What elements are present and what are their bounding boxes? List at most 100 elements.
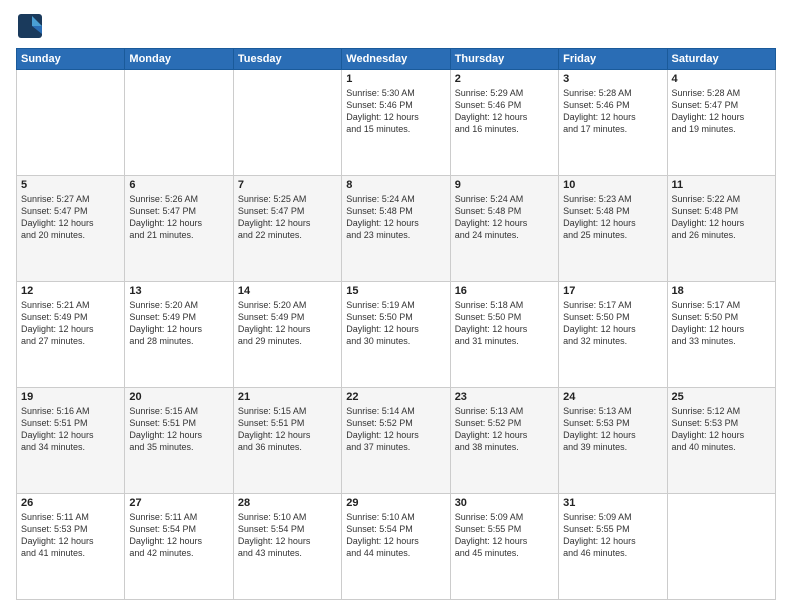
- day-number: 21: [238, 391, 337, 403]
- day-number: 26: [21, 497, 120, 509]
- day-cell: 9Sunrise: 5:24 AM Sunset: 5:48 PM Daylig…: [450, 176, 558, 282]
- day-info: Sunrise: 5:19 AM Sunset: 5:50 PM Dayligh…: [346, 299, 445, 348]
- logo-icon: [16, 12, 44, 40]
- day-cell: 5Sunrise: 5:27 AM Sunset: 5:47 PM Daylig…: [17, 176, 125, 282]
- day-number: 6: [129, 179, 228, 191]
- day-cell: 23 Sunrise: 5:13 AM Sunset: 5:52 PM Dayli…: [450, 388, 558, 494]
- day-info: Sunrise: 5:29 AM Sunset: 5:46 PM Dayligh…: [455, 87, 554, 136]
- day-cell: 30 Sunrise: 5:09 AM Sunset: 5:55 PM Dayli…: [450, 494, 558, 600]
- day-number: 28: [238, 497, 337, 509]
- day-info: Sunrise: 5:10 AM Sunset: 5:54 PM Dayligh…: [238, 511, 337, 560]
- day-cell: 12 Sunrise: 5:21 AM Sunset: 5:49 PM Dayli…: [17, 282, 125, 388]
- day-cell: 8 Sunrise: 5:24 AM Sunset: 5:48 PM Daylig…: [342, 176, 450, 282]
- day-info: Sunrise: 5:17 AM Sunset: 5:50 PM Dayligh…: [672, 299, 771, 348]
- weekday-header-friday: Friday: [559, 49, 667, 70]
- day-cell: 3 Sunrise: 5:28 AM Sunset: 5:46 PM Daylig…: [559, 70, 667, 176]
- day-number: 10: [563, 179, 662, 191]
- day-info: Sunrise: 5:30 AM Sunset: 5:46 PM Dayligh…: [346, 87, 445, 136]
- day-number: 9: [455, 179, 554, 191]
- day-info: Sunrise: 5:15 AM Sunset: 5:51 PM Dayligh…: [129, 405, 228, 454]
- day-cell: 26 Sunrise: 5:11 AM Sunset: 5:53 PM Dayli…: [17, 494, 125, 600]
- day-cell: 14Sunrise: 5:20 AM Sunset: 5:49 PM Dayli…: [233, 282, 341, 388]
- day-number: 8: [346, 179, 445, 191]
- day-number: 29: [346, 497, 445, 509]
- day-info: Sunrise: 5:09 AM Sunset: 5:55 PM Dayligh…: [563, 511, 662, 560]
- day-info: Sunrise: 5:16 AM Sunset: 5:51 PM Dayligh…: [21, 405, 120, 454]
- day-cell: 16 Sunrise: 5:18 AM Sunset: 5:50 PM Dayli…: [450, 282, 558, 388]
- day-info: Sunrise: 5:28 AM Sunset: 5:47 PM Dayligh…: [672, 87, 771, 136]
- day-number: 16: [455, 285, 554, 297]
- weekday-header-tuesday: Tuesday: [233, 49, 341, 70]
- day-info: Sunrise: 5:12 AM Sunset: 5:53 PM Dayligh…: [672, 405, 771, 454]
- day-cell: 25 Sunrise: 5:12 AM Sunset: 5:53 PM Dayli…: [667, 388, 775, 494]
- day-number: 24: [563, 391, 662, 403]
- week-row-4: 19 Sunrise: 5:16 AM Sunset: 5:51 PM Dayli…: [17, 388, 776, 494]
- day-number: 15: [346, 285, 445, 297]
- day-number: 12: [21, 285, 120, 297]
- day-cell: [233, 70, 341, 176]
- day-info: Sunrise: 5:22 AM Sunset: 5:48 PM Dayligh…: [672, 193, 771, 242]
- day-number: 23: [455, 391, 554, 403]
- day-number: 11: [672, 179, 771, 191]
- day-info: Sunrise: 5:21 AM Sunset: 5:49 PM Dayligh…: [21, 299, 120, 348]
- header: [16, 12, 776, 40]
- day-number: 14: [238, 285, 337, 297]
- day-number: 20: [129, 391, 228, 403]
- day-number: 30: [455, 497, 554, 509]
- day-cell: 27 Sunrise: 5:11 AM Sunset: 5:54 PM Dayli…: [125, 494, 233, 600]
- day-cell: 6 Sunrise: 5:26 AM Sunset: 5:47 PM Daylig…: [125, 176, 233, 282]
- day-info: Sunrise: 5:09 AM Sunset: 5:55 PM Dayligh…: [455, 511, 554, 560]
- day-number: 1: [346, 73, 445, 85]
- day-number: 17: [563, 285, 662, 297]
- day-number: 25: [672, 391, 771, 403]
- day-number: 18: [672, 285, 771, 297]
- day-info: Sunrise: 5:24 AM Sunset: 5:48 PM Dayligh…: [346, 193, 445, 242]
- day-cell: 24 Sunrise: 5:13 AM Sunset: 5:53 PM Dayli…: [559, 388, 667, 494]
- day-cell: 22 Sunrise: 5:14 AM Sunset: 5:52 PM Dayli…: [342, 388, 450, 494]
- week-row-3: 12 Sunrise: 5:21 AM Sunset: 5:49 PM Dayli…: [17, 282, 776, 388]
- day-number: 31: [563, 497, 662, 509]
- day-info: Sunrise: 5:28 AM Sunset: 5:46 PM Dayligh…: [563, 87, 662, 136]
- weekday-header-row: SundayMondayTuesdayWednesdayThursdayFrid…: [17, 49, 776, 70]
- day-cell: 2Sunrise: 5:29 AM Sunset: 5:46 PM Daylig…: [450, 70, 558, 176]
- day-info: Sunrise: 5:11 AM Sunset: 5:53 PM Dayligh…: [21, 511, 120, 560]
- day-cell: [667, 494, 775, 600]
- day-info: Sunrise: 5:25 AM Sunset: 5:47 PM Dayligh…: [238, 193, 337, 242]
- week-row-2: 5Sunrise: 5:27 AM Sunset: 5:47 PM Daylig…: [17, 176, 776, 282]
- day-number: 4: [672, 73, 771, 85]
- weekday-header-sunday: Sunday: [17, 49, 125, 70]
- day-cell: 15 Sunrise: 5:19 AM Sunset: 5:50 PM Dayli…: [342, 282, 450, 388]
- day-cell: 29 Sunrise: 5:10 AM Sunset: 5:54 PM Dayli…: [342, 494, 450, 600]
- day-info: Sunrise: 5:26 AM Sunset: 5:47 PM Dayligh…: [129, 193, 228, 242]
- day-info: Sunrise: 5:13 AM Sunset: 5:53 PM Dayligh…: [563, 405, 662, 454]
- day-number: 19: [21, 391, 120, 403]
- day-info: Sunrise: 5:23 AM Sunset: 5:48 PM Dayligh…: [563, 193, 662, 242]
- day-number: 5: [21, 179, 120, 191]
- weekday-header-thursday: Thursday: [450, 49, 558, 70]
- day-cell: 28 Sunrise: 5:10 AM Sunset: 5:54 PM Dayli…: [233, 494, 341, 600]
- day-cell: [17, 70, 125, 176]
- day-cell: 31 Sunrise: 5:09 AM Sunset: 5:55 PM Dayli…: [559, 494, 667, 600]
- day-number: 22: [346, 391, 445, 403]
- day-info: Sunrise: 5:14 AM Sunset: 5:52 PM Dayligh…: [346, 405, 445, 454]
- day-cell: 19 Sunrise: 5:16 AM Sunset: 5:51 PM Dayli…: [17, 388, 125, 494]
- day-cell: 20 Sunrise: 5:15 AM Sunset: 5:51 PM Dayli…: [125, 388, 233, 494]
- day-cell: 18 Sunrise: 5:17 AM Sunset: 5:50 PM Dayli…: [667, 282, 775, 388]
- weekday-header-monday: Monday: [125, 49, 233, 70]
- day-info: Sunrise: 5:18 AM Sunset: 5:50 PM Dayligh…: [455, 299, 554, 348]
- day-cell: 7 Sunrise: 5:25 AM Sunset: 5:47 PM Daylig…: [233, 176, 341, 282]
- day-number: 27: [129, 497, 228, 509]
- logo: [16, 12, 48, 40]
- day-info: Sunrise: 5:13 AM Sunset: 5:52 PM Dayligh…: [455, 405, 554, 454]
- weekday-header-wednesday: Wednesday: [342, 49, 450, 70]
- day-info: Sunrise: 5:10 AM Sunset: 5:54 PM Dayligh…: [346, 511, 445, 560]
- day-number: 7: [238, 179, 337, 191]
- day-cell: 17Sunrise: 5:17 AM Sunset: 5:50 PM Dayli…: [559, 282, 667, 388]
- day-number: 3: [563, 73, 662, 85]
- calendar-table: SundayMondayTuesdayWednesdayThursdayFrid…: [16, 48, 776, 600]
- week-row-1: 1 Sunrise: 5:30 AM Sunset: 5:46 PM Daylig…: [17, 70, 776, 176]
- day-cell: 1 Sunrise: 5:30 AM Sunset: 5:46 PM Daylig…: [342, 70, 450, 176]
- week-row-5: 26 Sunrise: 5:11 AM Sunset: 5:53 PM Dayli…: [17, 494, 776, 600]
- day-number: 13: [129, 285, 228, 297]
- day-info: Sunrise: 5:11 AM Sunset: 5:54 PM Dayligh…: [129, 511, 228, 560]
